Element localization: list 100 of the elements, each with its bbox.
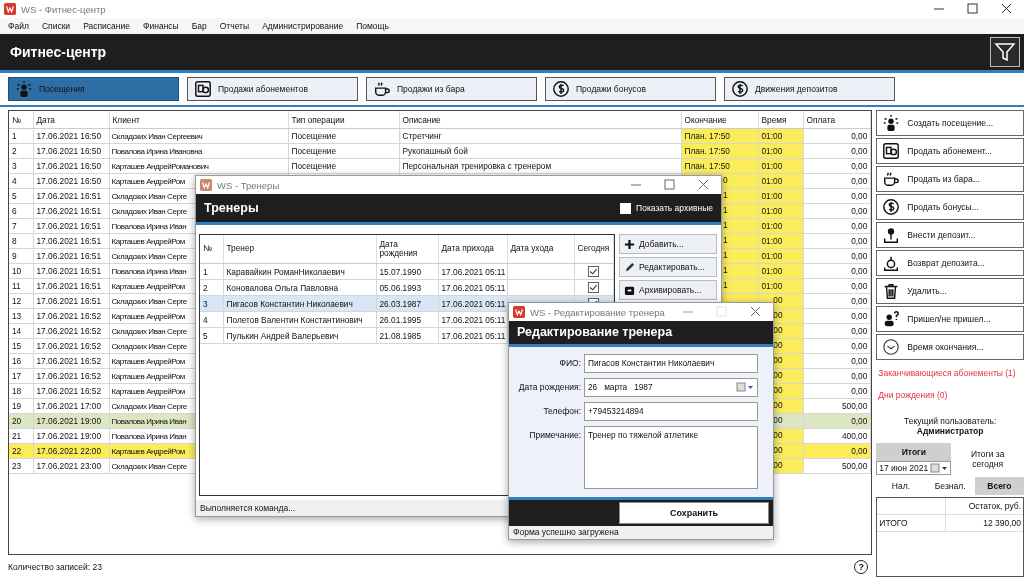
table-cell: 17.06.2021 05:11 <box>441 282 506 293</box>
toolbar-button[interactable]: Редактировать... <box>619 257 717 277</box>
table-cell: 1 <box>722 190 728 200</box>
table-cell: Рукопашный бой <box>402 146 468 156</box>
table-cell: Повалова Ирина Иван <box>111 266 187 276</box>
column-header[interactable]: Окончание <box>681 111 758 129</box>
table-cell: 17.06.2021 16:51 <box>36 221 102 231</box>
coin-icon <box>882 198 901 216</box>
toolbar-button[interactable]: Архивировать... <box>619 280 717 300</box>
menu-item[interactable]: Списки <box>41 21 71 31</box>
table-cell: Складских Иван Серге <box>111 341 187 351</box>
toolbar-button[interactable]: Добавить... <box>619 234 717 254</box>
tab[interactable]: Всего <box>974 477 1024 495</box>
table-cell: Карташев АндрейРом <box>111 236 185 246</box>
checkbox[interactable] <box>588 282 600 294</box>
column-header[interactable]: Клиент <box>109 111 288 129</box>
calendar-icon[interactable] <box>736 382 754 393</box>
action-button[interactable]: Внести депозит... <box>876 222 1024 248</box>
table-cell: 01:00 <box>761 176 783 186</box>
table-cell: 00 <box>773 340 783 350</box>
table-cell: 15 <box>12 341 22 351</box>
table-cell: 17.06.2021 05:11 <box>441 330 506 341</box>
table-cell: 19 <box>12 401 22 411</box>
table-cell: 17.06.2021 16:52 <box>36 371 102 381</box>
menu-item[interactable]: Финансы <box>143 21 179 31</box>
table-cell: 0,00 <box>851 326 868 336</box>
table-cell: 01:00 <box>761 146 783 156</box>
date-field[interactable]: 26 марта 1987 <box>584 377 758 397</box>
table-cell: 0,00 <box>851 131 868 141</box>
table-cell: План. 17:50 <box>684 161 730 171</box>
input-field[interactable]: +79453214894 <box>584 401 758 421</box>
menu-item[interactable]: Администрирование <box>262 21 344 31</box>
column-header[interactable]: Дата ухода <box>507 235 574 264</box>
table-cell: 0,00 <box>851 146 868 156</box>
cup-icon <box>882 170 901 188</box>
cup-icon <box>373 80 391 98</box>
tab[interactable]: Итоги <box>876 443 952 461</box>
column-header[interactable]: Описание <box>399 111 681 129</box>
tab[interactable]: Продажи абонементов <box>187 77 358 101</box>
action-button[interactable]: Удалить... <box>876 278 1024 304</box>
action-button[interactable]: Время окончания... <box>876 334 1024 360</box>
column-header[interactable]: Дата <box>33 111 109 129</box>
table-cell: 01:00 <box>761 236 783 246</box>
user-label: Текущий пользователь: <box>903 416 997 426</box>
column-header[interactable]: № <box>200 235 223 264</box>
table-cell: Складских Иван Серге <box>111 461 187 471</box>
alert-link[interactable]: Заканчивающиеся абонементы (1) <box>876 362 1024 382</box>
column-header[interactable]: Время <box>758 111 803 129</box>
table-cell: ИТОГО <box>877 515 947 531</box>
note-field[interactable]: Тренер по тяжелой атлетике <box>584 425 758 489</box>
table-cell: 400,00 <box>841 431 868 441</box>
column-header[interactable]: Тип операции <box>288 111 399 129</box>
app-icon <box>4 3 16 15</box>
status-text: Форма успешно загружена <box>513 527 619 538</box>
checkbox-label[interactable]: Показать архивные <box>636 203 713 213</box>
table-cell: 2 <box>12 146 17 156</box>
action-button[interactable]: Продать абонемент... <box>876 138 1024 164</box>
menu-item[interactable]: Расписание <box>83 21 130 31</box>
input-field[interactable]: Пигасов Константин Николаевич <box>584 353 758 373</box>
table-cell: 22 <box>12 446 22 456</box>
date-picker[interactable]: 17 июн 2021 <box>876 461 952 475</box>
table-cell: 01:00 <box>761 161 783 171</box>
action-button[interactable]: Продать из бара... <box>876 166 1024 192</box>
menu-item[interactable]: Бар <box>191 21 207 31</box>
column-header[interactable]: Дата прихода <box>438 235 507 264</box>
tab[interactable]: Посещения <box>8 77 179 101</box>
action-button[interactable]: Пришел/не пришел... <box>876 306 1024 332</box>
filter-icon[interactable] <box>990 37 1020 67</box>
table-cell: 00 <box>773 355 783 365</box>
column-header[interactable]: Сегодня <box>574 235 614 264</box>
table-cell: 00 <box>773 385 783 395</box>
checkbox[interactable] <box>588 266 600 278</box>
table-cell: 16 <box>12 356 22 366</box>
table-cell: Складских Иван Серге <box>111 326 187 336</box>
menu-item[interactable]: Отчеты <box>219 21 250 31</box>
menu-item[interactable]: Файл <box>8 21 29 31</box>
column-header[interactable]: Дата рождения <box>376 235 438 264</box>
table-cell: 23 <box>12 461 22 471</box>
column-header[interactable]: Тренер <box>223 235 376 264</box>
tab[interactable]: Продажи из бара <box>366 77 537 101</box>
table-cell: 0,00 <box>851 281 868 291</box>
table-cell: 17.06.2021 05:11 <box>441 314 506 325</box>
tab[interactable]: Движения депозитов <box>724 77 895 101</box>
action-button[interactable]: Возврат депозита... <box>876 250 1024 276</box>
box-icon <box>624 284 635 296</box>
save-button[interactable]: Сохранить <box>619 501 769 524</box>
table-cell: Складских Иван Серге <box>111 191 187 201</box>
menu-item[interactable]: Помощь <box>356 21 390 31</box>
table-cell: 17.06.2021 16:51 <box>36 296 102 306</box>
column-header[interactable]: Оплата <box>803 111 871 129</box>
alert-link[interactable]: Дни рождения (0) <box>876 384 1024 404</box>
table-cell: 17.06.2021 05:11 <box>441 298 506 309</box>
column-header[interactable]: № <box>9 111 33 129</box>
calendar-icon[interactable] <box>930 463 949 473</box>
action-button[interactable]: Создать посещение... <box>876 110 1024 136</box>
tab[interactable]: Продажи бонусов <box>545 77 716 101</box>
table-cell: 6 <box>12 206 17 216</box>
action-button[interactable]: Продать бонусы... <box>876 194 1024 220</box>
table-cell: 01:00 <box>761 191 783 201</box>
table-cell: 00 <box>773 295 783 305</box>
